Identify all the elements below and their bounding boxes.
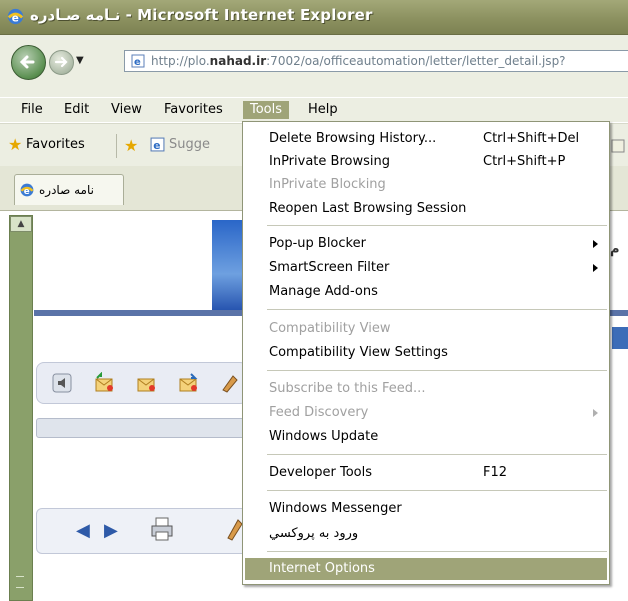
menu-favorites[interactable]: Favorites [157, 101, 230, 119]
tab-current[interactable]: e نامه صادره [14, 174, 124, 205]
menu-separator [267, 370, 607, 371]
internet-explorer-icon: e [7, 8, 24, 24]
page-edge-text: م [610, 242, 620, 257]
reply-mail-icon[interactable] [93, 372, 115, 394]
svg-text:e: e [12, 12, 19, 24]
title-bar[interactable]: e نـامه صـادره - Microsoft Internet Expl… [0, 0, 628, 35]
favorites-star-icon[interactable]: ★ [8, 137, 24, 153]
url-text: http://plo.nahad.ir:7002/oa/officeautoma… [151, 54, 566, 68]
internet-explorer-icon: e [20, 183, 34, 197]
menu-item-windows-update[interactable]: Windows Update [269, 426, 378, 448]
address-input[interactable]: e http://plo.nahad.ir:7002/oa/officeauto… [124, 50, 628, 72]
letter-toolbar [36, 362, 248, 404]
suggested-sites-icon: e [150, 137, 165, 152]
menu-file[interactable]: File [14, 101, 50, 119]
menu-item-manage-addons[interactable]: Manage Add-ons [269, 281, 378, 303]
window-title: نـامه صـادره - Microsoft Internet Explor… [30, 6, 373, 24]
back-arrow-icon [19, 55, 35, 69]
forward-arrow-icon [54, 56, 68, 68]
favorites-separator [116, 134, 117, 158]
menu-separator [267, 454, 607, 455]
previous-arrow-icon[interactable]: ◀ [76, 520, 90, 541]
page-icon: e [131, 54, 145, 68]
menu-separator [267, 551, 607, 552]
menu-view[interactable]: View [104, 101, 149, 119]
submenu-arrow-icon [593, 240, 598, 248]
menu-bar: File Edit View Favorites Tools Help [0, 98, 628, 122]
menu-item-proxy-login[interactable]: ورود به پروکسي [269, 523, 358, 545]
scrollbar[interactable] [9, 215, 33, 601]
menu-item-smartscreen-filter[interactable]: SmartScreen Filter [269, 257, 389, 279]
url-suffix: :7002/oa/officeautomation/letter/letter_… [266, 54, 566, 68]
letter-info-bar [36, 418, 248, 438]
menu-item-compatibility-view: Compatibility View [269, 321, 391, 336]
menu-separator [267, 490, 607, 491]
forward-button[interactable] [49, 50, 74, 75]
print-icon[interactable] [150, 516, 176, 542]
scroll-up-button[interactable]: ▲ [10, 216, 32, 232]
shortcut-inprivate-browsing: Ctrl+Shift+P [483, 154, 566, 169]
suggested-sites-link[interactable]: Sugge [169, 137, 210, 152]
favorites-button[interactable]: Favorites [26, 137, 85, 152]
edit-icon[interactable] [219, 372, 241, 394]
menu-item-subscribe-feed: Subscribe to this Feed... [269, 381, 426, 396]
submenu-arrow-icon [593, 264, 598, 272]
menu-item-inprivate-browsing[interactable]: InPrivate Browsing [269, 151, 390, 173]
menu-item-feed-discovery: Feed Discovery [269, 405, 369, 420]
menu-edit[interactable]: Edit [57, 101, 96, 119]
shortcut-developer-tools: F12 [483, 465, 508, 480]
menu-item-reopen-last-session[interactable]: Reopen Last Browsing Session [269, 198, 466, 220]
sound-icon[interactable] [51, 372, 73, 394]
add-to-favorites-bar-icon[interactable]: ★ [124, 136, 138, 155]
menu-help[interactable]: Help [301, 101, 345, 119]
menu-item-compatibility-view-settings[interactable]: Compatibility View Settings [269, 342, 448, 364]
back-button[interactable] [11, 45, 46, 80]
navigation-bar: ▼ e http://plo.nahad.ir:7002/oa/officeau… [0, 35, 628, 97]
history-dropdown-icon[interactable]: ▼ [76, 55, 86, 66]
shortcut-delete-browsing-history: Ctrl+Shift+Del [483, 131, 580, 146]
svg-text:e: e [24, 187, 30, 197]
submenu-arrow-icon [593, 409, 598, 417]
menu-item-windows-messenger[interactable]: Windows Messenger [269, 498, 402, 520]
menu-item-inprivate-blocking: InPrivate Blocking [269, 177, 386, 192]
menu-item-developer-tools[interactable]: Developer Tools [269, 462, 372, 484]
url-prefix: http://plo. [151, 54, 210, 68]
next-arrow-icon[interactable]: ▶ [104, 520, 118, 541]
url-domain: nahad.ir [209, 54, 267, 68]
svg-text:e: e [134, 57, 141, 68]
menu-item-popup-blocker[interactable]: Pop-up Blocker [269, 233, 366, 255]
home-icon[interactable] [610, 138, 626, 154]
tab-title: نامه صادره [39, 183, 94, 197]
menu-separator [267, 309, 607, 310]
send-mail-icon[interactable] [177, 372, 199, 394]
menu-item-internet-options[interactable]: Internet Options [245, 558, 607, 580]
page-navigation-bar [36, 508, 248, 554]
tools-menu: Delete Browsing History... Ctrl+Shift+De… [242, 121, 610, 585]
menu-separator [267, 225, 607, 226]
page-edge-icon [612, 327, 628, 349]
menu-item-delete-browsing-history[interactable]: Delete Browsing History... [269, 128, 436, 150]
menu-tools[interactable]: Tools [243, 101, 290, 119]
forward-mail-icon[interactable] [135, 372, 157, 394]
svg-text:e: e [153, 139, 160, 152]
scroll-grip-icon[interactable] [16, 576, 24, 588]
